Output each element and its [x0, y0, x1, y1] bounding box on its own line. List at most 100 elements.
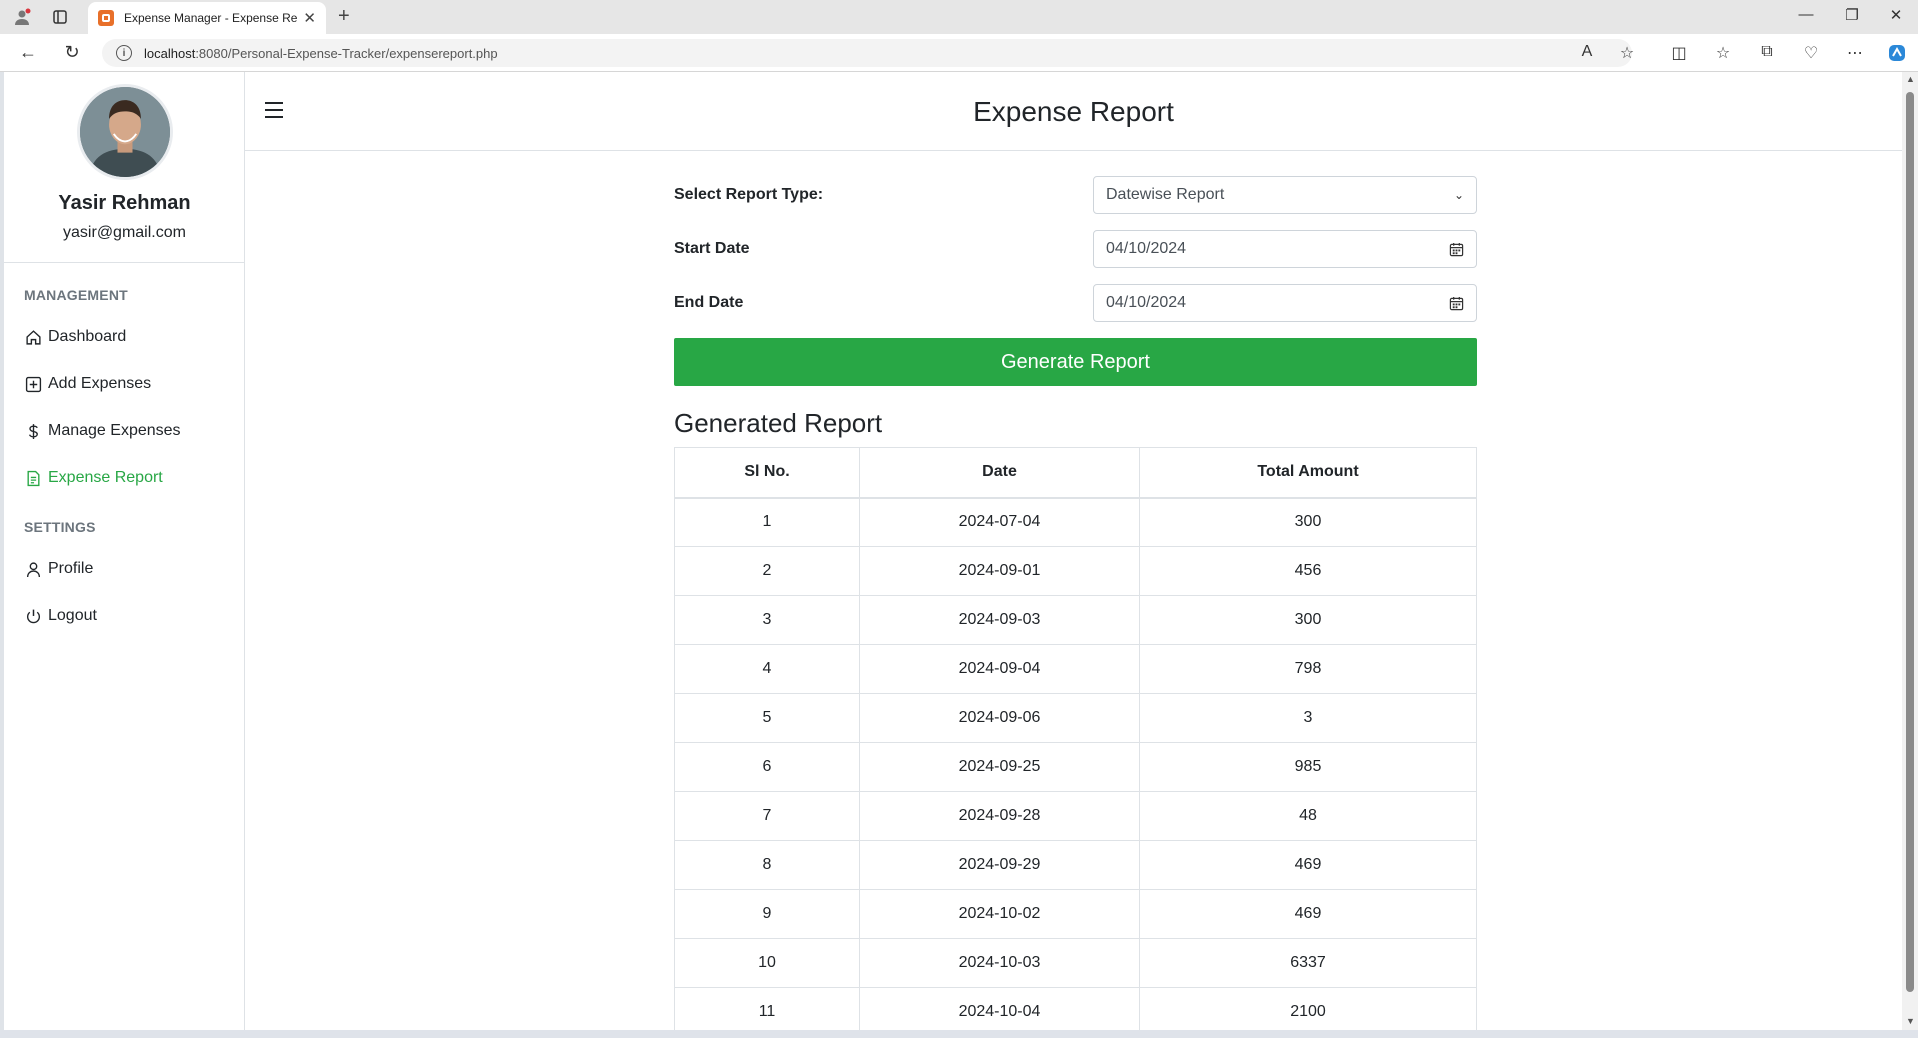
- start-date-input[interactable]: 04/10/2024: [1093, 230, 1477, 268]
- table-row: 11 2024-10-04 2100: [674, 987, 1477, 1030]
- table-row: 6 2024-09-25 985: [674, 742, 1477, 792]
- report-type-select[interactable]: Datewise Report ⌄: [1093, 176, 1477, 214]
- dollar-icon: [24, 422, 42, 440]
- plus-square-icon: [24, 375, 42, 393]
- new-tab-icon[interactable]: +: [338, 5, 350, 28]
- more-menu-icon[interactable]: ⋯: [1844, 43, 1866, 63]
- sidebar-item-label: Logout: [48, 607, 97, 624]
- power-icon: [24, 607, 42, 625]
- total-amount-cell: 300: [1139, 497, 1477, 547]
- table-row: 3 2024-09-03 300: [674, 595, 1477, 645]
- date-cell: 2024-09-25: [859, 742, 1140, 792]
- date-cell: 2024-09-03: [859, 595, 1140, 645]
- date-cell: 2024-09-29: [859, 840, 1140, 890]
- table-row: 8 2024-09-29 469: [674, 840, 1477, 890]
- file-text-icon: [24, 469, 42, 487]
- page-viewport: Yasir Rehman yasir@gmail.com MANAGEMENT …: [4, 72, 1902, 1030]
- sl-no-cell: 2: [674, 546, 860, 596]
- back-icon[interactable]: ←: [16, 42, 40, 63]
- read-aloud-icon[interactable]: A: [1576, 43, 1598, 61]
- tab-actions-icon[interactable]: [50, 7, 70, 27]
- favorite-star-icon[interactable]: ☆: [1616, 43, 1638, 63]
- column-header: Total Amount: [1139, 447, 1477, 499]
- table-row: 7 2024-09-28 48: [674, 791, 1477, 841]
- total-amount-cell: 469: [1139, 840, 1477, 890]
- restore-icon[interactable]: ❐: [1842, 6, 1862, 24]
- collections-icon[interactable]: ⧉: [1756, 43, 1778, 61]
- total-amount-cell: 48: [1139, 791, 1477, 841]
- home-icon: [24, 328, 42, 346]
- user-email: yasir@gmail.com: [63, 224, 186, 241]
- table-row: 5 2024-09-06 3: [674, 693, 1477, 743]
- browser-tab-active[interactable]: Expense Manager - Expense Report ✕: [88, 2, 326, 34]
- scroll-thumb[interactable]: [1906, 92, 1914, 992]
- sl-no-cell: 3: [674, 595, 860, 645]
- total-amount-cell: 3: [1139, 693, 1477, 743]
- avatar: [77, 84, 173, 180]
- window-close-icon[interactable]: ✕: [1886, 6, 1906, 24]
- sidebar-divider: [4, 262, 245, 263]
- tab-close-icon[interactable]: ✕: [303, 9, 316, 27]
- copilot-icon[interactable]: [1886, 43, 1908, 68]
- end-date-label: End Date: [674, 294, 744, 311]
- minimize-icon[interactable]: —: [1796, 6, 1816, 23]
- sl-no-cell: 8: [674, 840, 860, 890]
- column-header: Sl No.: [674, 447, 860, 499]
- sidebar-item-profile[interactable]: Profile: [24, 557, 93, 581]
- favorites-icon[interactable]: ☆: [1712, 43, 1734, 63]
- browser-essentials-icon[interactable]: ♡: [1800, 43, 1822, 63]
- sl-no-cell: 6: [674, 742, 860, 792]
- report-type-value: Datewise Report: [1106, 186, 1225, 203]
- main-content: Expense Report Select Report Type: Datew…: [245, 72, 1902, 1030]
- site-info-icon[interactable]: i: [116, 45, 132, 61]
- total-amount-cell: 985: [1139, 742, 1477, 792]
- table-row: 10 2024-10-03 6337: [674, 938, 1477, 988]
- total-amount-cell: 2100: [1139, 987, 1477, 1030]
- user-icon: [24, 560, 42, 578]
- generate-report-button[interactable]: Generate Report: [674, 338, 1477, 386]
- generated-report-title: Generated Report: [674, 408, 883, 438]
- report-table: Sl No. Date Total Amount 1 2024-07-04 300 2…: [674, 447, 1477, 1030]
- top-navbar: Expense Report: [245, 72, 1902, 151]
- sidebar-item-add-expenses[interactable]: Add Expenses: [24, 372, 151, 396]
- table-row: 2 2024-09-01 456: [674, 546, 1477, 596]
- end-date-value: 04/10/2024: [1106, 294, 1187, 311]
- sl-no-cell: 5: [674, 693, 860, 743]
- sidebar-item-expense-report[interactable]: Expense Report: [24, 466, 163, 490]
- sidebar-item-dashboard[interactable]: Dashboard: [24, 325, 126, 349]
- sl-no-cell: 4: [674, 644, 860, 694]
- sidebar-item-manage-expenses[interactable]: Manage Expenses: [24, 419, 181, 443]
- sidebar-item-label: Dashboard: [48, 328, 127, 345]
- total-amount-cell: 456: [1139, 546, 1477, 596]
- date-cell: 2024-09-06: [859, 693, 1140, 743]
- browser-tab-bar: Expense Manager - Expense Report ✕ + — ❐…: [0, 0, 1918, 34]
- profile-icon[interactable]: [12, 7, 32, 27]
- sidebar-item-label: Add Expenses: [48, 375, 152, 392]
- column-header: Date: [859, 447, 1140, 499]
- end-date-input[interactable]: 04/10/2024: [1093, 284, 1477, 322]
- scroll-down-icon[interactable]: ▼: [1906, 1016, 1915, 1026]
- refresh-icon[interactable]: ↻: [60, 42, 84, 63]
- date-cell: 2024-10-02: [859, 889, 1140, 939]
- sidebar: Yasir Rehman yasir@gmail.com MANAGEMENT …: [4, 72, 245, 1030]
- chevron-down-icon: ⌄: [1453, 188, 1464, 202]
- calendar-icon[interactable]: [1449, 296, 1464, 311]
- total-amount-cell: 469: [1139, 889, 1477, 939]
- split-screen-icon[interactable]: ◫: [1668, 43, 1690, 63]
- calendar-icon[interactable]: [1449, 242, 1464, 257]
- browser-address-bar: ← ↻ i localhost:8080/Personal-Expense-Tr…: [0, 34, 1918, 72]
- sl-no-cell: 7: [674, 791, 860, 841]
- sl-no-cell: 9: [674, 889, 860, 939]
- window-bottom-edge: [0, 1030, 1918, 1038]
- scroll-up-icon[interactable]: ▲: [1906, 74, 1915, 84]
- start-date-value: 04/10/2024: [1106, 240, 1187, 257]
- total-amount-cell: 798: [1139, 644, 1477, 694]
- sl-no-cell: 11: [674, 987, 860, 1030]
- sl-no-cell: 10: [674, 938, 860, 988]
- date-cell: 2024-09-28: [859, 791, 1140, 841]
- url-field[interactable]: i localhost:8080/Personal-Expense-Tracke…: [102, 39, 1632, 67]
- total-amount-cell: 6337: [1139, 938, 1477, 988]
- start-date-label: Start Date: [674, 240, 750, 257]
- sidebar-item-logout[interactable]: Logout: [24, 604, 97, 628]
- page-scrollbar[interactable]: ▲ ▼: [1902, 72, 1918, 1030]
